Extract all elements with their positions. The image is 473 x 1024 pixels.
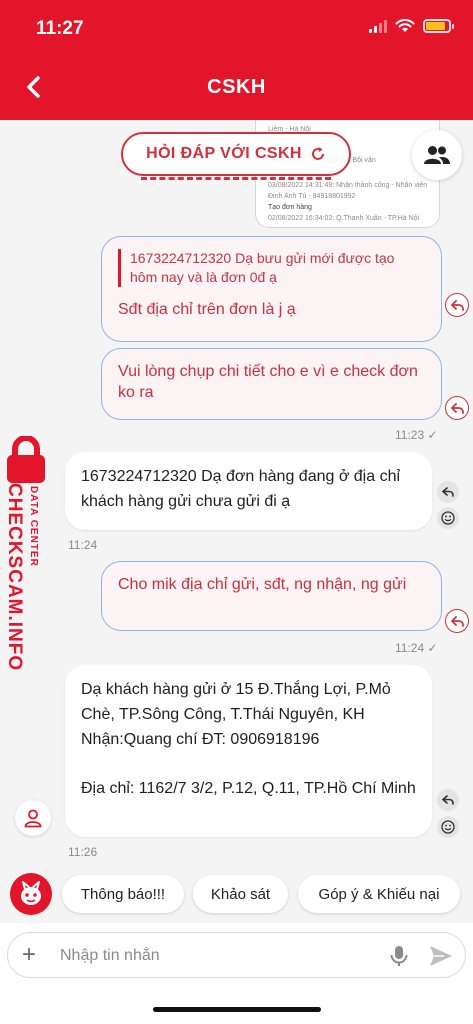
image-text-line: 03/08/2022 14:31:49: Nhận thành công - N… xyxy=(268,182,428,189)
reply-button[interactable] xyxy=(445,293,469,317)
incoming-message[interactable]: 1673224712320 Dạ đơn hàng đang ở địa chỉ… xyxy=(65,452,432,530)
watermark: CHECKSCAM.INFO DATA CENTER xyxy=(0,436,52,671)
message-input-box: + xyxy=(7,932,466,978)
chat-area[interactable]: Liêm - Hà Nội 03/08/2022 ...:57: Nhận tạ… xyxy=(0,120,473,865)
reply-button[interactable] xyxy=(445,396,469,420)
message-time: 11:26 xyxy=(68,845,98,859)
quick-reply-chip[interactable]: Khảo sát xyxy=(193,875,288,913)
message-text: Vui lòng chụp chi tiết cho e vì e check … xyxy=(118,363,418,401)
quick-reply-chip[interactable]: Góp ý & Khiếu nại xyxy=(298,875,460,913)
app-header: 11:27 CSKH xyxy=(0,0,473,120)
message-text: Sđt địa chỉ trên đơn là j ạ xyxy=(118,301,296,318)
reply-icon xyxy=(442,487,454,497)
reply-button[interactable] xyxy=(445,609,469,633)
image-text-line: Đinh Anh Tú - 84918801992 xyxy=(268,193,356,200)
group-members-button[interactable] xyxy=(412,130,462,180)
reply-icon xyxy=(450,402,464,414)
lock-icon xyxy=(7,436,45,483)
status-time: 11:27 xyxy=(36,18,84,39)
outgoing-message[interactable]: 1673224712320 Dạ bưu gửi mới được tạo hô… xyxy=(101,236,442,342)
reply-icon xyxy=(450,299,464,311)
message-text: 1673224712320 Dạ đơn hàng đang ở địa chỉ… xyxy=(81,468,401,510)
reply-icon xyxy=(450,615,464,627)
reply-icon xyxy=(442,795,454,805)
refresh-icon xyxy=(311,147,324,160)
reply-button[interactable] xyxy=(437,789,459,811)
message-input[interactable] xyxy=(60,941,360,971)
composer-bar: + xyxy=(0,923,473,1024)
wifi-icon xyxy=(395,19,415,32)
message-text: Địa chỉ: 1162/7 3/2, P.12, Q.11, TP.Hồ C… xyxy=(81,780,416,797)
react-button[interactable] xyxy=(437,816,459,838)
message-time: 11:24 ✓ xyxy=(395,641,438,655)
send-icon[interactable] xyxy=(428,944,454,968)
status-icons xyxy=(369,19,454,33)
people-icon xyxy=(424,146,450,164)
bot-avatar[interactable] xyxy=(10,873,52,915)
quick-reply-chip[interactable]: Thông báo!!! xyxy=(62,875,184,913)
incoming-message[interactable]: Dạ khách hàng gửi ở 15 Đ.Thắng Lợi, P.Mỏ… xyxy=(65,665,432,837)
quoted-reply[interactable]: 1673224712320 Dạ bưu gửi mới được tạo hô… xyxy=(118,249,425,287)
watermark-text: CHECKSCAM.INFO xyxy=(4,483,25,672)
message-time: 11:23 ✓ xyxy=(395,428,438,442)
microphone-icon[interactable] xyxy=(388,944,410,968)
smiley-icon xyxy=(441,820,455,834)
smiley-icon xyxy=(441,511,455,525)
stamp-banner: HỎI ĐÁP VỚI CSKH xyxy=(121,132,351,180)
outgoing-message[interactable]: Vui lòng chụp chi tiết cho e vì e check … xyxy=(101,348,442,420)
message-text: Cho mik địa chỉ gửi, sđt, ng nhận, ng gử… xyxy=(118,576,407,593)
home-indicator xyxy=(153,1007,321,1012)
add-attachment-button[interactable]: + xyxy=(22,942,36,968)
react-button[interactable] xyxy=(437,507,459,529)
watermark-subtext: DATA CENTER xyxy=(28,486,39,567)
user-avatar[interactable] xyxy=(15,800,51,836)
stamp-text: HỎI ĐÁP VỚI CSKH xyxy=(146,145,302,162)
bot-mascot-icon xyxy=(21,881,41,905)
image-text-line: 02/08/2022 16:34:02: Q.Thanh Xuân - TP.H… xyxy=(268,215,420,222)
person-icon xyxy=(24,809,42,828)
page-title: CSKH xyxy=(207,76,266,98)
outgoing-message[interactable]: Cho mik địa chỉ gửi, sđt, ng nhận, ng gử… xyxy=(101,561,442,631)
reply-button[interactable] xyxy=(437,481,459,503)
message-text: Dạ khách hàng gửi ở 15 Đ.Thắng Lợi, P.Mỏ… xyxy=(81,681,391,748)
signal-icon xyxy=(369,19,387,33)
quick-replies-bar: Thông báo!!! Khảo sát Góp ý & Khiếu nại xyxy=(0,865,473,923)
battery-icon xyxy=(423,19,454,33)
image-text-line: Tạo đơn hàng xyxy=(268,204,312,211)
message-time: 11:24 xyxy=(68,538,98,552)
